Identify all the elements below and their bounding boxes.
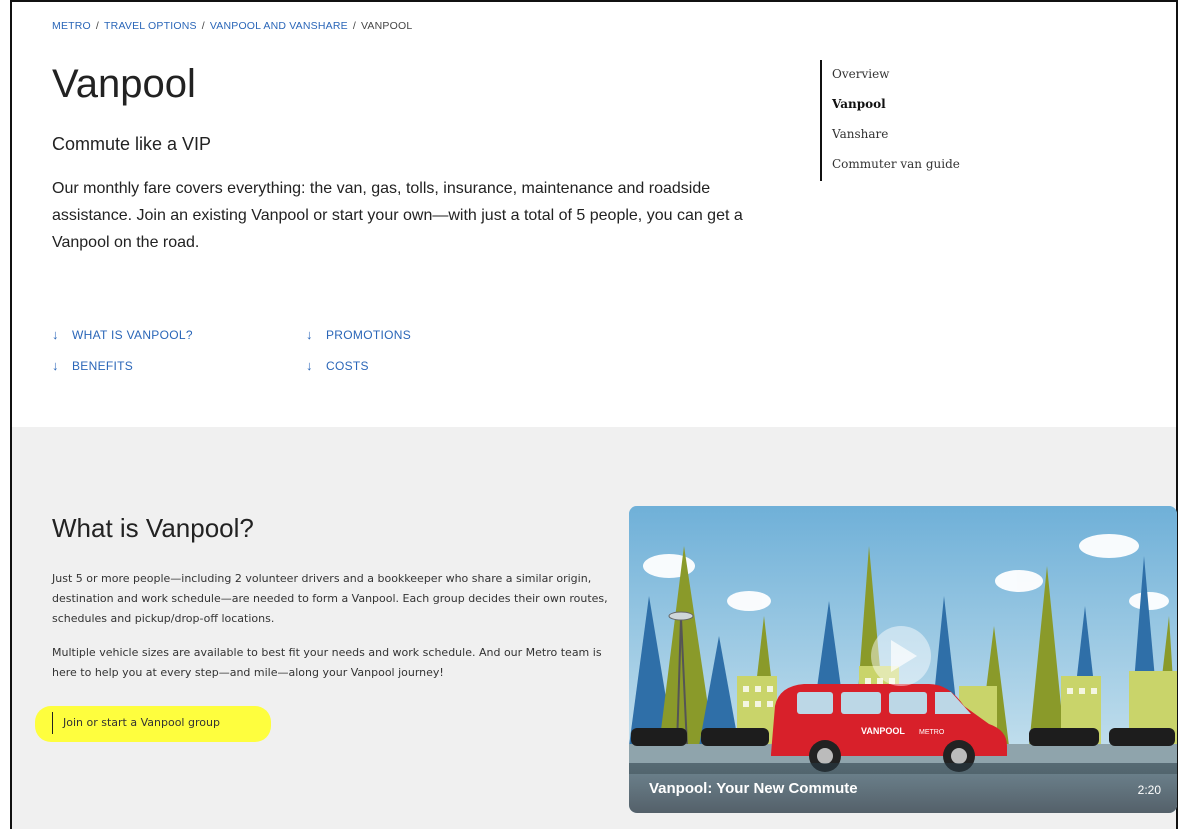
jump-link-promotions[interactable]: ↓ PROMOTIONS (306, 327, 411, 342)
breadcrumb-separator: / (95, 20, 100, 32)
page-subtitle: Commute like a VIP (52, 134, 212, 154)
breadcrumb-separator: / (352, 20, 356, 32)
arrow-down-icon: ↓ (306, 358, 313, 373)
side-nav: Overview Vanpool Vanshare Commuter van g… (820, 60, 960, 181)
jump-link-label: BENEFITS (72, 359, 134, 373)
page-title: Vanpool (52, 62, 196, 106)
jump-link-costs[interactable]: ↓ COSTS (306, 358, 369, 373)
breadcrumb-current: VANPOOL (360, 20, 413, 32)
section-paragraph-1: Just 5 or more people—including 2 volunt… (52, 572, 608, 625)
jump-link-label: WHAT IS VANPOOL? (72, 328, 193, 342)
breadcrumb-item-vanpool-vanshare[interactable]: VANPOOL AND VANSHARE (210, 20, 348, 32)
play-icon (871, 626, 931, 686)
video-duration: 2:20 (1137, 783, 1161, 797)
breadcrumb-item-travel-options[interactable]: TRAVEL OPTIONS (104, 20, 197, 32)
side-nav-commuter-van-guide[interactable]: Commuter van guide (832, 150, 960, 180)
side-nav-overview[interactable]: Overview (832, 60, 960, 90)
jump-link-benefits[interactable]: ↓ BENEFITS (52, 358, 133, 373)
video-player[interactable]: VANPOOL METRO Vanpool: Your New Commute … (629, 506, 1177, 813)
breadcrumb-item-metro[interactable]: METRO (52, 20, 91, 32)
intro-paragraph: Our monthly fare covers everything: the … (52, 180, 743, 251)
jump-link-what-is-vanpool[interactable]: ↓ WHAT IS VANPOOL? (52, 327, 193, 342)
side-nav-vanshare[interactable]: Vanshare (832, 120, 960, 150)
van-brand-text: METRO (919, 729, 945, 736)
join-vanpool-link[interactable]: Join or start a Vanpool group (52, 712, 220, 734)
section-heading: What is Vanpool? (52, 513, 254, 543)
van-logo-text: VANPOOL (861, 726, 905, 736)
arrow-down-icon: ↓ (306, 327, 313, 342)
side-nav-vanpool[interactable]: Vanpool (832, 90, 960, 120)
jump-link-label: PROMOTIONS (326, 328, 412, 342)
breadcrumb: METRO / TRAVEL OPTIONS / VANPOOL AND VANSHAR… (52, 20, 412, 32)
arrow-down-icon: ↓ (52, 358, 59, 373)
section-paragraph-2: Multiple vehicle sizes are available to … (52, 646, 602, 679)
arrow-down-icon: ↓ (52, 327, 59, 342)
video-title: Vanpool: Your New Commute (649, 780, 858, 797)
jump-link-label: COSTS (326, 359, 369, 373)
breadcrumb-separator: / (201, 20, 205, 32)
